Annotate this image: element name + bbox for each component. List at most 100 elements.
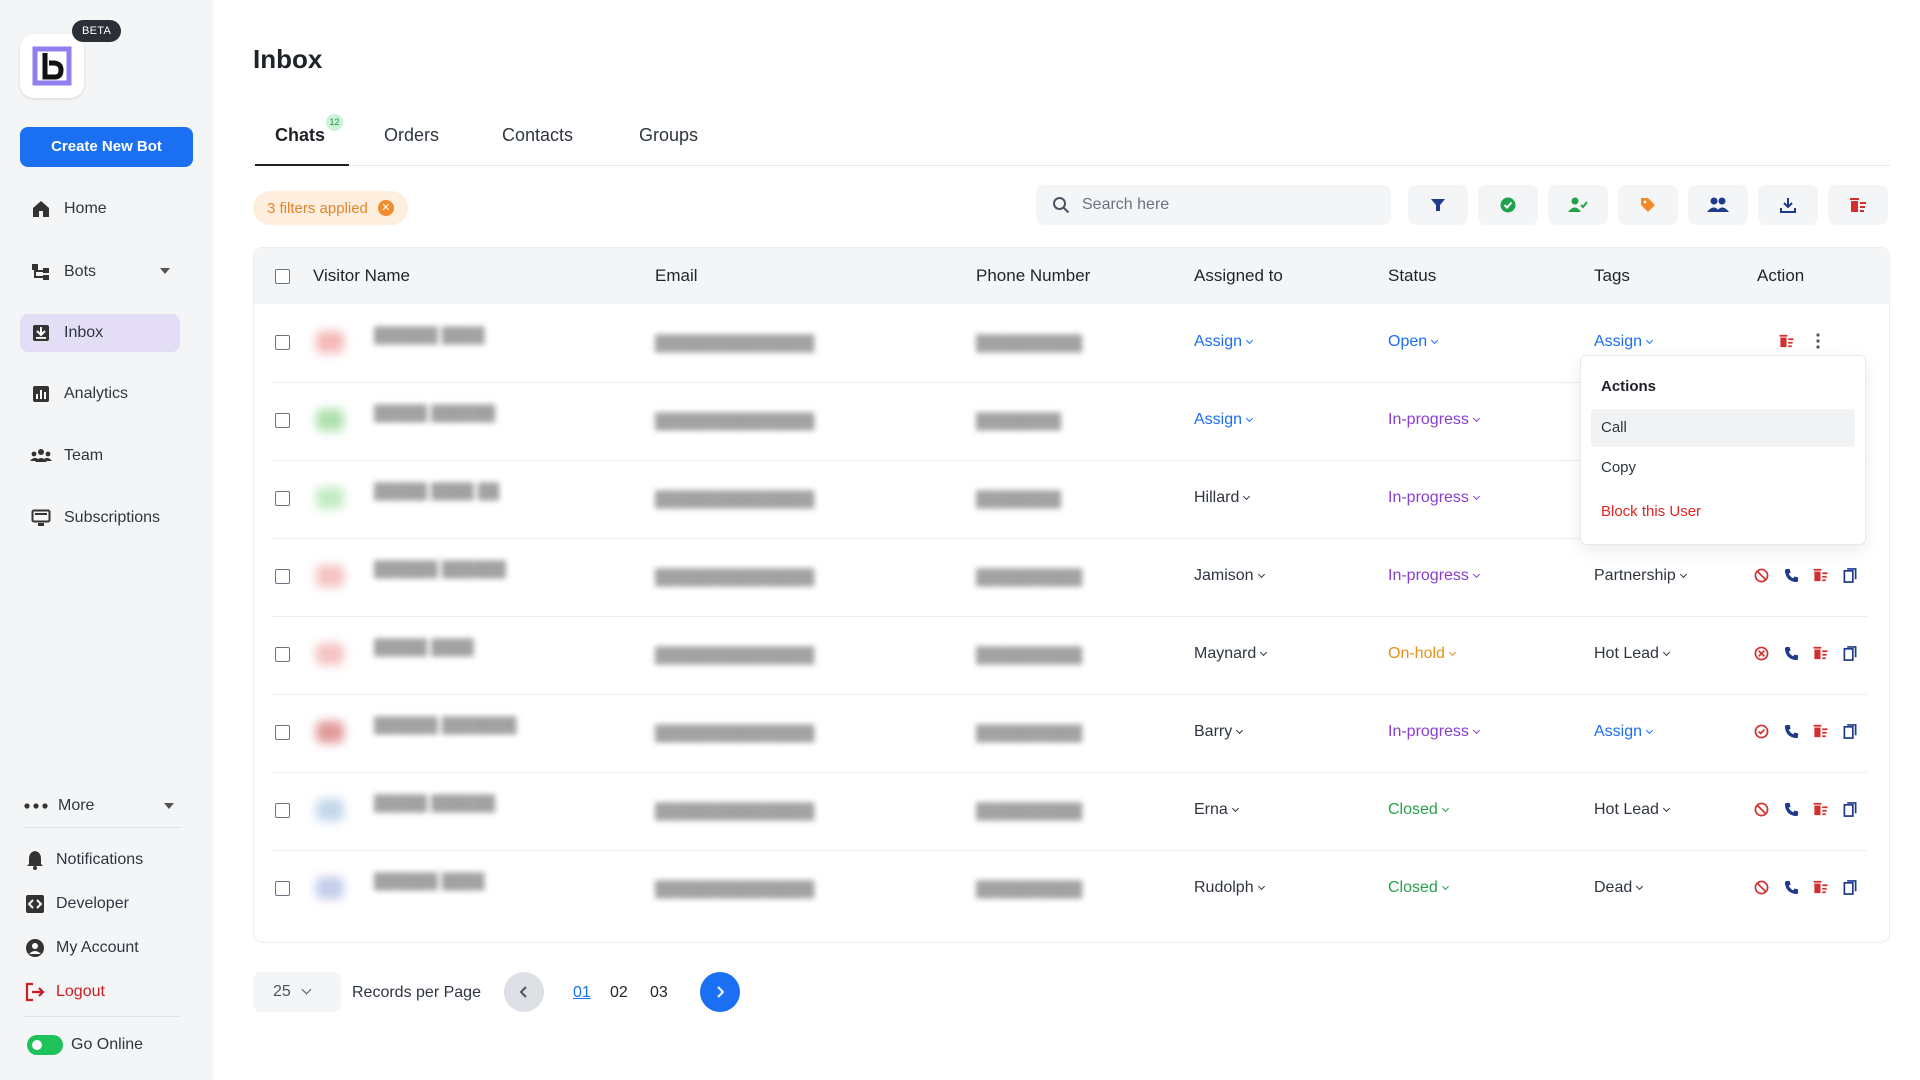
copy-button[interactable] [1841, 722, 1859, 740]
delete-row-button[interactable] [1811, 878, 1829, 896]
search-input[interactable] [1082, 196, 1362, 214]
clear-filters-icon[interactable]: ✕ [377, 200, 394, 216]
toggle-switch[interactable] [27, 1035, 63, 1055]
sidebar-more[interactable]: More [24, 795, 174, 817]
sidebar-item-subscriptions[interactable]: Subscriptions [20, 499, 180, 537]
go-online-toggle[interactable]: Go Online [27, 1035, 143, 1055]
delete-row-button[interactable] [1811, 644, 1829, 662]
call-button[interactable] [1782, 800, 1800, 818]
row-checkbox[interactable] [275, 335, 290, 350]
call-button[interactable] [1782, 644, 1800, 662]
app-logo[interactable] [20, 34, 84, 98]
sidebar-item-my-account[interactable]: My Account [24, 937, 139, 959]
filters-applied-chip[interactable]: 3 filters applied ✕ [253, 191, 408, 225]
tab-chats[interactable]: Chats 12 [255, 114, 349, 166]
block-user-button[interactable] [1752, 800, 1770, 818]
menu-item-copy[interactable]: Copy [1591, 449, 1855, 487]
page-3-link[interactable]: 03 [650, 984, 668, 1002]
status-dropdown[interactable]: In-progress [1388, 723, 1479, 741]
delete-row-button[interactable] [1811, 566, 1829, 584]
download-button[interactable] [1758, 185, 1818, 225]
column-header-phone-number[interactable]: Phone Number [976, 248, 1090, 304]
tags-dropdown[interactable]: Assign [1594, 333, 1652, 351]
copy-button[interactable] [1841, 878, 1859, 896]
sidebar-item-home[interactable]: Home [20, 190, 180, 228]
sidebar-item-notifications[interactable]: Notifications [24, 849, 143, 871]
unblock-user-button[interactable] [1752, 644, 1770, 662]
page-2-link[interactable]: 02 [610, 984, 628, 1002]
assigned-to-dropdown[interactable]: Jamison [1194, 567, 1264, 585]
delete-row-button[interactable] [1811, 722, 1829, 740]
row-checkbox[interactable] [275, 803, 290, 818]
select-all-checkbox[interactable] [275, 269, 290, 284]
assigned-to-dropdown[interactable]: Rudolph [1194, 879, 1264, 897]
status-dropdown[interactable]: Open [1388, 333, 1437, 351]
menu-item-call[interactable]: Call [1591, 409, 1855, 447]
delete-row-button[interactable] [1777, 332, 1795, 350]
row-checkbox[interactable] [275, 491, 290, 506]
assigned-to-dropdown[interactable]: Erna [1194, 801, 1238, 819]
tag-button[interactable] [1618, 185, 1678, 225]
delete-button[interactable] [1828, 185, 1888, 225]
tags-dropdown[interactable]: Partnership [1594, 567, 1686, 585]
create-new-bot-button[interactable]: Create New Bot [20, 127, 193, 167]
menu-item-block-user[interactable]: Block this User [1591, 493, 1855, 531]
group-button[interactable] [1688, 185, 1748, 225]
row-checkbox[interactable] [275, 647, 290, 662]
resolve-button[interactable] [1478, 185, 1538, 225]
column-header-email[interactable]: Email [655, 248, 698, 304]
table-row[interactable]: ██████ ███████ ███████████████ █████████… [254, 695, 1889, 773]
status-dropdown[interactable]: In-progress [1388, 489, 1479, 507]
next-page-button[interactable] [700, 972, 740, 1012]
status-dropdown[interactable]: In-progress [1388, 567, 1479, 585]
tags-dropdown[interactable]: Dead [1594, 879, 1642, 897]
status-dropdown[interactable]: In-progress [1388, 411, 1479, 429]
row-checkbox[interactable] [275, 881, 290, 896]
sidebar-item-logout[interactable]: Logout [24, 981, 105, 1003]
unblock-user-button[interactable] [1752, 722, 1770, 740]
assigned-to-dropdown[interactable]: Barry [1194, 723, 1242, 741]
sidebar-item-analytics[interactable]: Analytics [20, 375, 180, 413]
status-dropdown[interactable]: Closed [1388, 801, 1448, 819]
search-box[interactable] [1036, 185, 1391, 225]
call-button[interactable] [1782, 722, 1800, 740]
call-button[interactable] [1782, 878, 1800, 896]
row-checkbox[interactable] [275, 569, 290, 584]
column-header-assigned-to[interactable]: Assigned to [1194, 248, 1283, 304]
table-row[interactable]: ██████ ████ ███████████████ ██████████ R… [254, 851, 1889, 929]
copy-button[interactable] [1841, 644, 1859, 662]
table-row[interactable]: █████ ██████ ███████████████ ██████████ … [254, 773, 1889, 851]
column-header-visitor-name[interactable]: Visitor Name [313, 248, 410, 304]
call-button[interactable] [1782, 566, 1800, 584]
tags-dropdown[interactable]: Assign [1594, 723, 1652, 741]
row-checkbox[interactable] [275, 725, 290, 740]
tab-groups[interactable]: Groups [639, 118, 698, 166]
block-user-button[interactable] [1752, 878, 1770, 896]
tab-contacts[interactable]: Contacts [502, 118, 573, 166]
tab-orders[interactable]: Orders [384, 118, 439, 166]
status-dropdown[interactable]: Closed [1388, 879, 1448, 897]
sidebar-item-team[interactable]: Team [20, 437, 180, 475]
tags-dropdown[interactable]: Hot Lead [1594, 645, 1669, 663]
more-actions-button[interactable] [1809, 332, 1827, 350]
table-row[interactable]: ██████ ██████ ███████████████ ██████████… [254, 539, 1889, 617]
assigned-to-dropdown[interactable]: Hillard [1194, 489, 1249, 507]
sidebar-item-inbox[interactable]: Inbox [20, 314, 180, 352]
tags-dropdown[interactable]: Hot Lead [1594, 801, 1669, 819]
sidebar-item-bots[interactable]: Bots [20, 253, 180, 291]
row-checkbox[interactable] [275, 413, 290, 428]
column-header-tags[interactable]: Tags [1594, 248, 1630, 304]
assigned-to-dropdown[interactable]: Assign [1194, 411, 1252, 429]
copy-button[interactable] [1841, 566, 1859, 584]
page-1-link[interactable]: 01 [573, 984, 591, 1002]
delete-row-button[interactable] [1811, 800, 1829, 818]
copy-button[interactable] [1841, 800, 1859, 818]
table-row[interactable]: █████ ████ ███████████████ ██████████ Ma… [254, 617, 1889, 695]
assign-user-button[interactable] [1548, 185, 1608, 225]
previous-page-button[interactable] [504, 972, 544, 1012]
records-per-page-select[interactable]: 25 [253, 972, 341, 1012]
column-header-status[interactable]: Status [1388, 248, 1436, 304]
status-dropdown[interactable]: On-hold [1388, 645, 1455, 663]
assigned-to-dropdown[interactable]: Maynard [1194, 645, 1266, 663]
sidebar-item-developer[interactable]: Developer [24, 893, 129, 915]
